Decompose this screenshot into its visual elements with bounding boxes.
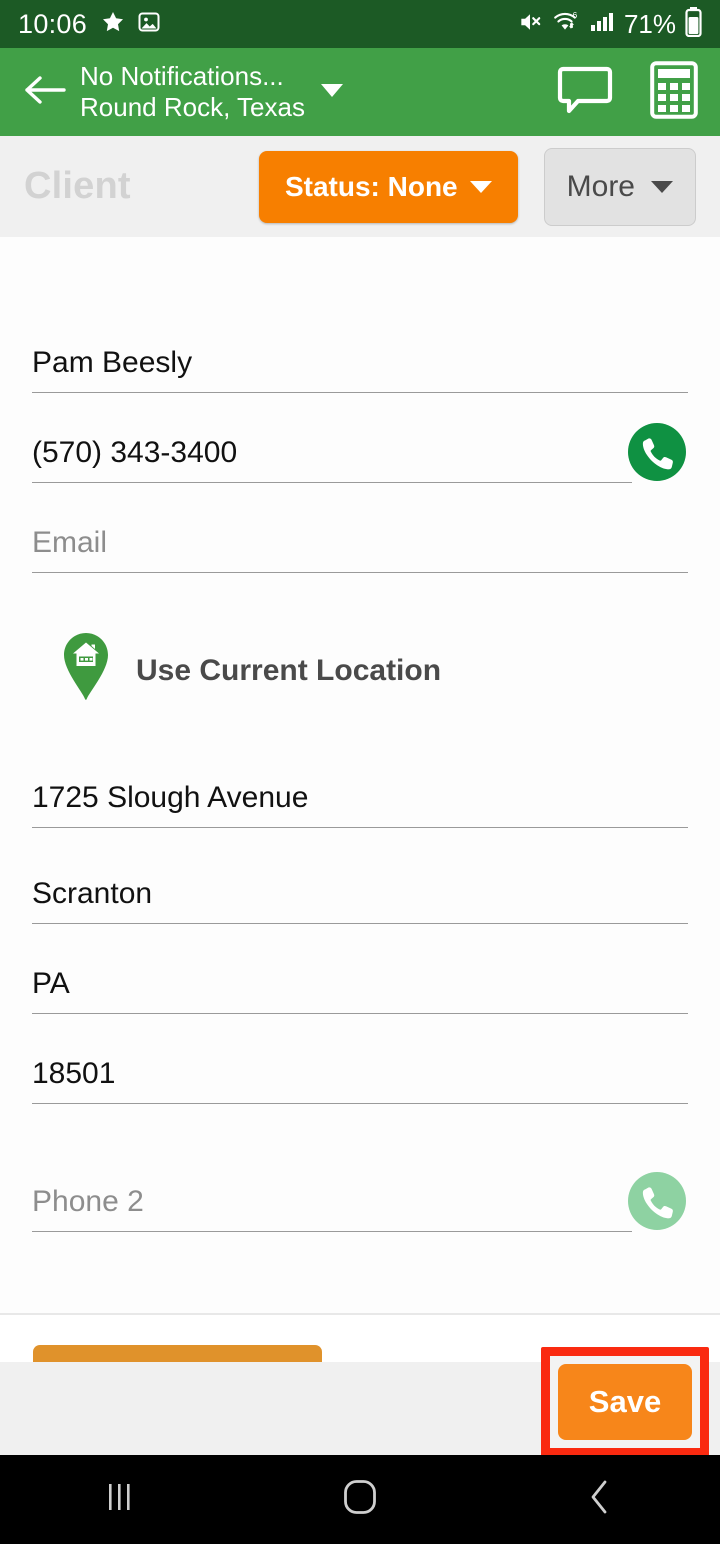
chevron-down-icon bbox=[651, 180, 673, 193]
status-bar-left-icons bbox=[101, 10, 161, 39]
star-icon bbox=[101, 10, 125, 39]
phone2-field[interactable]: Phone 2 bbox=[32, 1164, 688, 1232]
toolbar-dropdown-button[interactable] bbox=[319, 81, 345, 104]
toolbar-actions bbox=[556, 60, 704, 124]
toolbar-title-block[interactable]: No Notifications... Round Rock, Texas bbox=[80, 61, 305, 122]
battery-icon bbox=[685, 6, 702, 42]
status-button[interactable]: Status: None bbox=[258, 150, 518, 223]
location-pin-house-icon bbox=[58, 631, 114, 710]
name-field-value: Pam Beesly bbox=[32, 346, 193, 379]
use-current-location-label: Use Current Location bbox=[136, 653, 442, 687]
page-title: Client bbox=[24, 165, 131, 207]
email-field-placeholder: Email bbox=[32, 526, 108, 559]
home-button[interactable] bbox=[300, 1479, 420, 1520]
zip-field[interactable]: 18501 bbox=[32, 1036, 688, 1104]
chat-button[interactable] bbox=[556, 63, 614, 122]
more-button[interactable]: More bbox=[543, 147, 696, 226]
save-highlight-annotation: Save bbox=[541, 1347, 709, 1457]
name-field[interactable]: Pam Beesly bbox=[32, 325, 688, 393]
cellular-signal-icon bbox=[589, 10, 615, 39]
toolbar-location-line: Round Rock, Texas bbox=[80, 92, 305, 122]
email-field[interactable]: Email bbox=[32, 505, 688, 573]
wifi-icon: 6 bbox=[552, 9, 580, 40]
phone2-field-placeholder: Phone 2 bbox=[32, 1185, 144, 1218]
app-toolbar: No Notifications... Round Rock, Texas bbox=[0, 48, 720, 136]
phone-screen: 10:06 6 71% No Notifications... Round Ro… bbox=[0, 0, 720, 1544]
chevron-down-icon bbox=[469, 180, 492, 193]
calculator-button[interactable] bbox=[650, 60, 698, 124]
city-field[interactable]: Scranton bbox=[32, 856, 688, 924]
client-form: Pam Beesly (570) 343-3400 Email Use Curr… bbox=[0, 237, 720, 1313]
street-field-value: 1725 Slough Avenue bbox=[32, 781, 309, 814]
more-button-label: More bbox=[566, 169, 635, 203]
android-navigation-bar bbox=[0, 1455, 720, 1544]
phone1-call-button[interactable] bbox=[626, 421, 688, 488]
city-field-value: Scranton bbox=[32, 877, 153, 910]
phone1-field-value: (570) 343-3400 bbox=[32, 436, 238, 469]
status-bar: 10:06 6 71% bbox=[0, 0, 720, 48]
phone2-call-button[interactable] bbox=[626, 1170, 688, 1237]
chat-icon bbox=[556, 66, 614, 121]
back-arrow-icon bbox=[22, 72, 68, 113]
status-bar-clock: 10:06 bbox=[18, 8, 88, 39]
toolbar-notification-line: No Notifications... bbox=[80, 61, 284, 92]
state-field[interactable]: PA bbox=[32, 946, 688, 1014]
zip-field-value: 18501 bbox=[32, 1057, 116, 1090]
street-field[interactable]: 1725 Slough Avenue bbox=[32, 760, 688, 828]
mute-icon bbox=[517, 9, 543, 40]
phone-call-icon bbox=[628, 1172, 686, 1230]
use-current-location-button[interactable]: Use Current Location bbox=[58, 631, 688, 710]
home-icon bbox=[343, 1479, 377, 1520]
back-button[interactable] bbox=[540, 1478, 660, 1521]
back-icon bbox=[587, 1478, 613, 1521]
status-bar-right-icons: 6 71% bbox=[517, 6, 702, 42]
footer-divider bbox=[0, 1313, 720, 1315]
status-button-label: Status: None bbox=[284, 170, 458, 202]
record-subheader: Client Status: None More bbox=[0, 136, 720, 237]
phone-call-icon bbox=[628, 423, 686, 481]
recents-icon bbox=[104, 1480, 136, 1519]
state-field-value: PA bbox=[32, 967, 70, 1000]
back-button[interactable] bbox=[16, 72, 74, 113]
secondary-action-button-partial[interactable] bbox=[33, 1345, 322, 1363]
chevron-down-icon bbox=[319, 83, 345, 103]
battery-percent-label: 71% bbox=[623, 8, 676, 39]
image-icon bbox=[137, 10, 161, 39]
calculator-icon bbox=[650, 60, 698, 123]
recents-button[interactable] bbox=[60, 1480, 180, 1519]
svg-text:6: 6 bbox=[572, 10, 577, 20]
save-button[interactable]: Save bbox=[558, 1364, 692, 1440]
phone1-field[interactable]: (570) 343-3400 bbox=[32, 415, 688, 483]
